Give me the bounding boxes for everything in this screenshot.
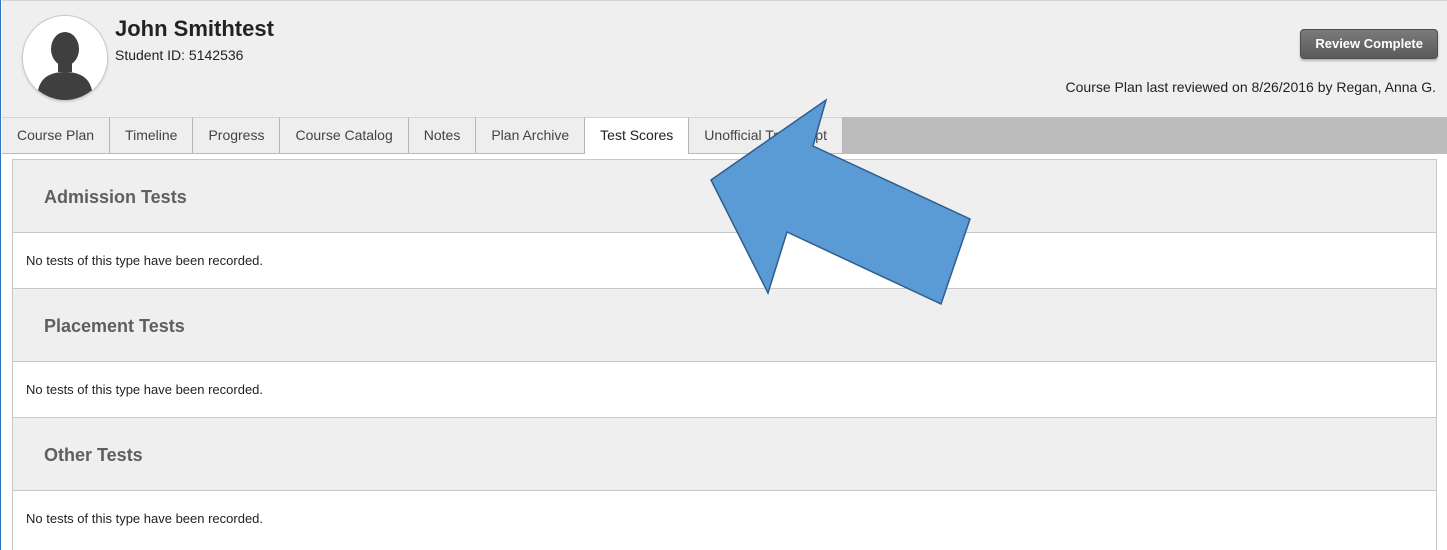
section-title: Placement Tests [13,289,1436,362]
admission-tests-section: Admission Tests No tests of this type ha… [13,160,1436,289]
person-silhouette-icon [23,16,107,100]
section-title: Other Tests [13,418,1436,491]
other-tests-section: Other Tests No tests of this type have b… [13,418,1436,547]
student-name: John Smithtest [115,16,274,41]
app-frame: John Smithtest Student ID: 5142536 Revie… [0,0,1447,550]
student-header: John Smithtest Student ID: 5142536 Revie… [2,0,1447,118]
section-empty-message: No tests of this type have been recorded… [13,233,1436,289]
tab-notes[interactable]: Notes [408,117,477,153]
review-complete-button[interactable]: Review Complete [1300,29,1438,59]
student-id: Student ID: 5142536 [115,47,244,63]
section-empty-message: No tests of this type have been recorded… [13,362,1436,418]
section-title: Admission Tests [13,160,1436,233]
tab-test-scores[interactable]: Test Scores [585,117,690,154]
tab-timeline[interactable]: Timeline [110,117,194,153]
section-empty-message: No tests of this type have been recorded… [13,491,1436,547]
last-reviewed-text: Course Plan last reviewed on 8/26/2016 b… [1065,79,1436,95]
tab-plan-archive[interactable]: Plan Archive [476,117,586,153]
tab-course-plan[interactable]: Course Plan [2,117,111,153]
tab-unofficial-transcript[interactable]: Unofficial Transcript [689,117,843,153]
tab-list: Course Plan Timeline Progress Course Cat… [2,117,843,154]
test-scores-panel: Admission Tests No tests of this type ha… [12,159,1437,550]
student-avatar [22,15,108,101]
tab-bar: Course Plan Timeline Progress Course Cat… [2,117,1447,154]
tab-progress[interactable]: Progress [193,117,281,153]
tab-course-catalog[interactable]: Course Catalog [280,117,409,153]
placement-tests-section: Placement Tests No tests of this type ha… [13,289,1436,418]
